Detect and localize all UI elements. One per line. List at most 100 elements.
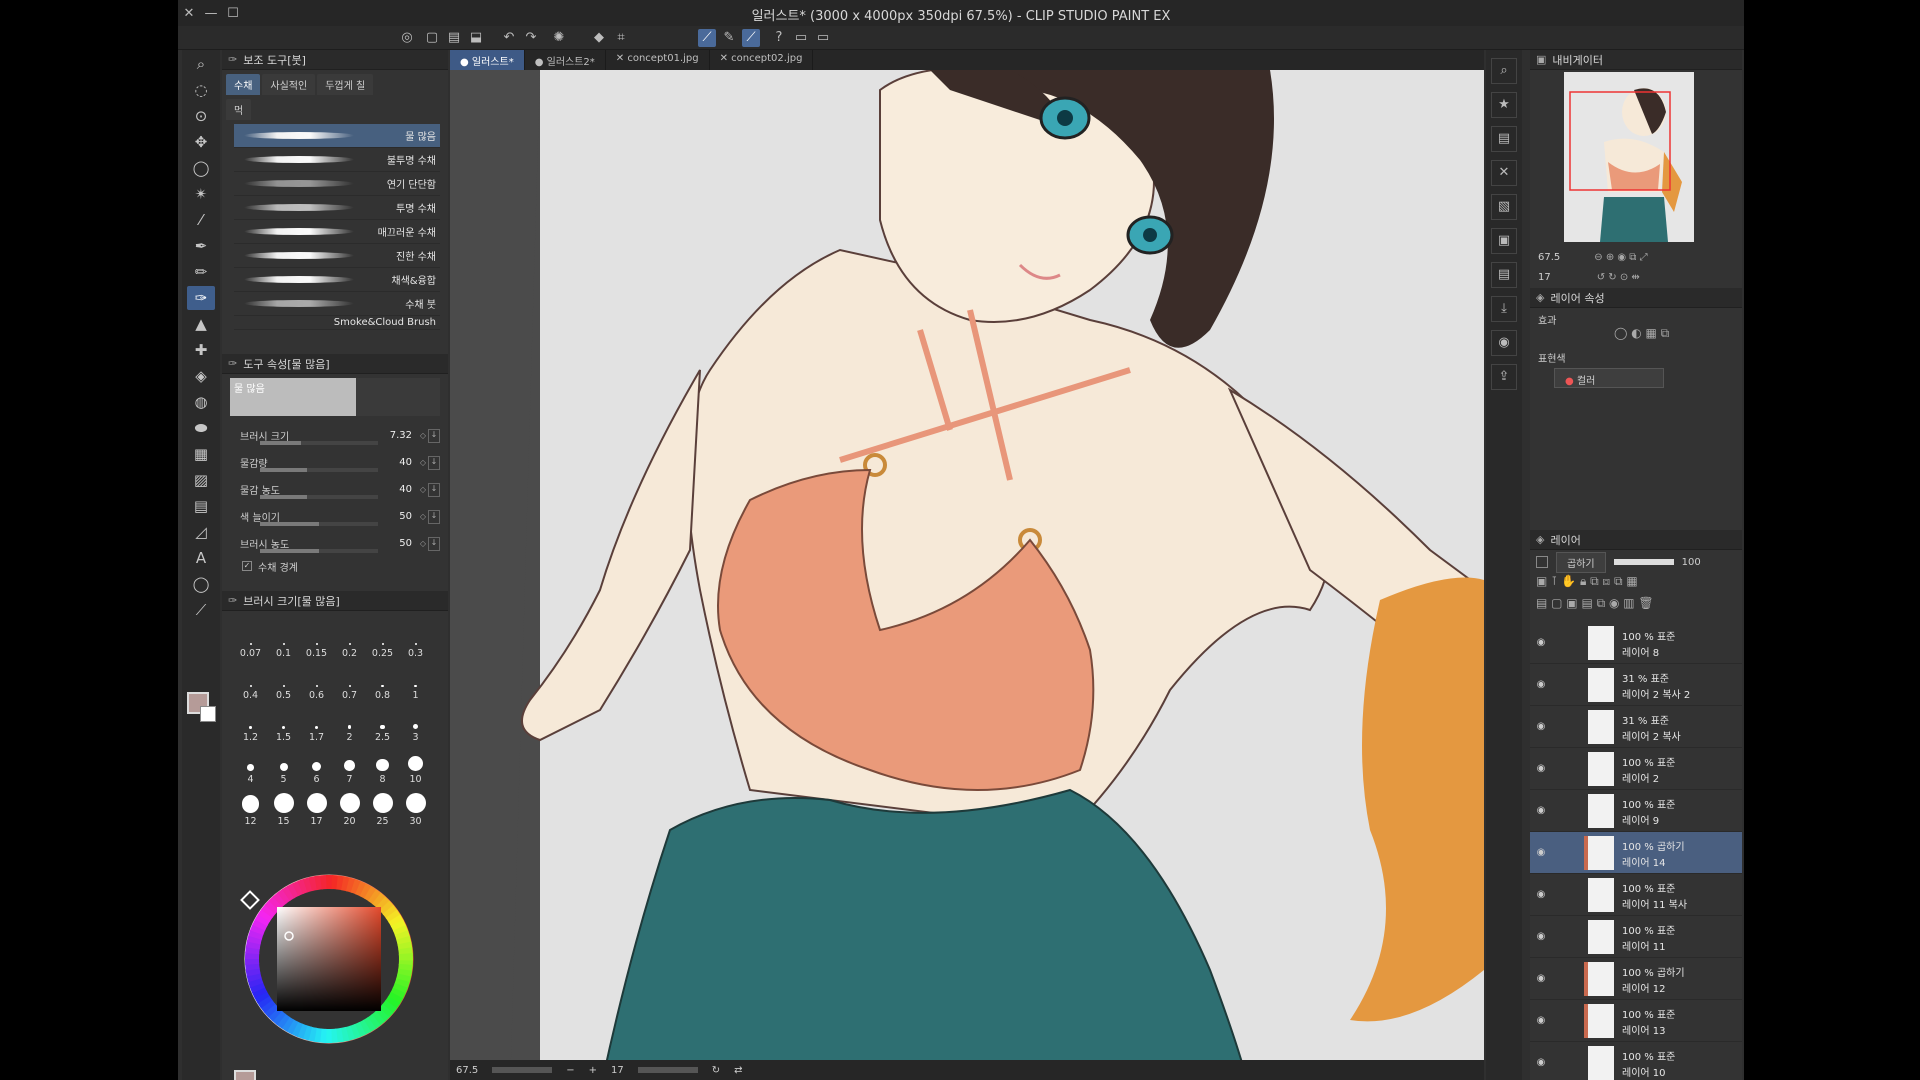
selection-tool-icon[interactable]: ◌ bbox=[187, 78, 215, 102]
spin-arrows-icon[interactable]: ◇ bbox=[420, 512, 426, 521]
new-file-icon[interactable]: ▢ bbox=[423, 29, 441, 47]
brush-size-preset[interactable]: 0.07 bbox=[234, 621, 267, 659]
brush-size-preset[interactable]: 0.15 bbox=[300, 621, 333, 659]
tool-property-row[interactable]: 색 늘이기 50 ◇ ↓ bbox=[222, 503, 448, 530]
property-value[interactable]: 7.32 bbox=[390, 430, 412, 441]
brush-size-preset[interactable]: 0.7 bbox=[333, 663, 366, 701]
balloon-tool-icon[interactable]: ◯ bbox=[187, 572, 215, 596]
export-icon[interactable]: ⇪ bbox=[1491, 364, 1517, 390]
spin-arrows-icon[interactable]: ◇ bbox=[420, 458, 426, 467]
property-value[interactable]: 40 bbox=[399, 457, 412, 468]
window-icon[interactable]: ▭ bbox=[792, 29, 810, 47]
eye-icon[interactable]: ◉ bbox=[1530, 721, 1552, 732]
spin-arrows-icon[interactable]: ◇ bbox=[420, 431, 426, 440]
navigator-preview[interactable] bbox=[1564, 72, 1694, 242]
brush-size-preset[interactable]: 0.2 bbox=[333, 621, 366, 659]
layer-tool-row-2[interactable]: ▤ ▢ ▣ ▤ ⧉ ◉ ▥ 🗑︎ bbox=[1536, 596, 1736, 616]
move-tool-icon[interactable]: ✥ bbox=[187, 130, 215, 154]
tab-realistic[interactable]: 사실적인 bbox=[262, 74, 316, 95]
doc-tab[interactable]: ✕ concept02.jpg bbox=[710, 50, 814, 70]
snap-ruler-icon[interactable]: ⟋ bbox=[698, 29, 716, 47]
effect-icons[interactable]: ◯ ◐ ▦ ⧉ bbox=[1614, 326, 1669, 341]
layer-row[interactable]: ◉ 100 % 표준 레이어 8 bbox=[1530, 622, 1742, 664]
tool-property-row[interactable]: 브러시 농도 50 ◇ ↓ bbox=[222, 530, 448, 557]
zoom-slider[interactable] bbox=[492, 1067, 553, 1073]
layer-row[interactable]: ◉ 31 % 표준 레이어 2 복사 2 bbox=[1530, 664, 1742, 706]
layer-row[interactable]: ◉ 100 % 표준 레이어 10 bbox=[1530, 1042, 1742, 1080]
flip-icon[interactable]: ⇄ bbox=[734, 1065, 742, 1076]
brush-item[interactable]: 불투명 수채 bbox=[234, 148, 440, 172]
brush-size-preset[interactable]: 8 bbox=[366, 747, 399, 785]
brush-size-preset[interactable]: 5 bbox=[267, 747, 300, 785]
brush-item[interactable]: 진한 수채 bbox=[234, 244, 440, 268]
doc-tab[interactable]: ✕ concept01.jpg bbox=[606, 50, 710, 70]
brush-size-preset[interactable]: 17 bbox=[300, 789, 333, 827]
eye-icon[interactable]: ◉ bbox=[1530, 805, 1552, 816]
rotation-slider[interactable] bbox=[637, 1067, 698, 1073]
decoration-tool-icon[interactable]: ✚ bbox=[187, 338, 215, 362]
pen-tool-icon[interactable]: ✒ bbox=[187, 234, 215, 258]
brush-size-preset[interactable]: 12 bbox=[234, 789, 267, 827]
spin-arrows-icon[interactable]: ◇ bbox=[420, 485, 426, 494]
layer-row[interactable]: ◉ 100 % 표준 레이어 11 bbox=[1530, 916, 1742, 958]
ruler-tool-icon[interactable]: ◿ bbox=[187, 520, 215, 544]
brush-size-preset[interactable]: 10 bbox=[399, 747, 432, 785]
layer-row[interactable]: ◉ 31 % 표준 레이어 2 복사 bbox=[1530, 706, 1742, 748]
canvas[interactable] bbox=[450, 70, 1484, 1080]
brush-size-preset[interactable]: 0.4 bbox=[234, 663, 267, 701]
property-slider[interactable] bbox=[260, 468, 378, 472]
brush-size-preset[interactable]: 1.2 bbox=[234, 705, 267, 743]
search-icon[interactable]: ⌕ bbox=[1491, 58, 1517, 84]
magic-wand-icon[interactable]: ✴ bbox=[187, 182, 215, 206]
opacity-slider[interactable] bbox=[1613, 559, 1674, 565]
brush-size-preset[interactable]: 0.25 bbox=[366, 621, 399, 659]
brush-size-preset[interactable]: 0.3 bbox=[399, 621, 432, 659]
layer-row[interactable]: ◉ 100 % 곱하기 레이어 12 bbox=[1530, 958, 1742, 1000]
brush-item[interactable]: 수채 붓 bbox=[234, 292, 440, 316]
download-icon[interactable]: ⤓ bbox=[1491, 296, 1517, 322]
clip-studio-icon[interactable]: ◎ bbox=[398, 29, 416, 47]
brush-item[interactable]: 투명 수채 bbox=[234, 196, 440, 220]
zoom-in-icon[interactable]: + bbox=[589, 1065, 597, 1076]
property-value[interactable]: 50 bbox=[399, 511, 412, 522]
tab-ink[interactable]: 먹 bbox=[226, 99, 252, 120]
transform-icon[interactable]: ⌗ bbox=[612, 29, 630, 47]
eraser-tool-icon[interactable]: ◈ bbox=[187, 364, 215, 388]
brush-size-preset[interactable]: 30 bbox=[399, 789, 432, 827]
figure-tool-icon[interactable]: ▨ bbox=[187, 468, 215, 492]
eye-icon[interactable]: ◉ bbox=[1530, 889, 1552, 900]
brush-size-preset[interactable]: 4 bbox=[234, 747, 267, 785]
navigator-zoom[interactable]: 67.5 bbox=[1538, 252, 1560, 263]
brush-item[interactable]: 매끄러운 수채 bbox=[234, 220, 440, 244]
zoom-out-icon[interactable]: − bbox=[566, 1065, 574, 1076]
brush-item[interactable]: 물 많음 bbox=[234, 124, 440, 148]
tab-thick-paint[interactable]: 두껍게 칠 bbox=[317, 74, 374, 95]
eyedropper-tool-icon[interactable]: ⁄ bbox=[187, 208, 215, 232]
checkbox-icon[interactable]: ✓ bbox=[242, 561, 252, 571]
help-icon[interactable]: ? bbox=[770, 29, 788, 47]
layer-row[interactable]: ◉ 100 % 표준 레이어 11 복사 bbox=[1530, 874, 1742, 916]
brush-size-preset[interactable]: 25 bbox=[366, 789, 399, 827]
brush-size-preset[interactable]: 7 bbox=[333, 747, 366, 785]
blend-tool-icon[interactable]: ◍ bbox=[187, 390, 215, 414]
tool-property-row[interactable]: 브러시 크기 7.32 ◇ ↓ bbox=[222, 422, 448, 449]
pressure-icon[interactable]: ↓ bbox=[428, 509, 440, 524]
snap-special-icon[interactable]: ✎ bbox=[720, 29, 738, 47]
minimize-window-button[interactable]: — bbox=[200, 6, 222, 21]
blend-mode-select[interactable]: 곱하기 bbox=[1556, 551, 1606, 573]
color-wheel[interactable] bbox=[234, 864, 424, 1054]
zoom-readout[interactable]: 67.5 bbox=[456, 1065, 478, 1076]
frame-tool-icon[interactable]: ▤ bbox=[187, 494, 215, 518]
rotate-icon[interactable]: ↻ bbox=[712, 1065, 720, 1076]
brush-item[interactable]: 연기 단단함 bbox=[234, 172, 440, 196]
brush-size-preset[interactable]: 1 bbox=[399, 663, 432, 701]
brush-size-preset[interactable]: 0.1 bbox=[267, 621, 300, 659]
camera-icon[interactable]: ◉ bbox=[1491, 330, 1517, 356]
angle-readout[interactable]: 17 bbox=[611, 1065, 624, 1076]
brush-size-preset[interactable]: 15 bbox=[267, 789, 300, 827]
layer-tool-row-1[interactable]: ▣ ⊺ ✋ 🔒︎ ⧉ ⧈ ⧉ ▦ bbox=[1536, 574, 1736, 594]
lock-checkbox[interactable] bbox=[1536, 556, 1548, 568]
eye-icon[interactable]: ◉ bbox=[1530, 973, 1552, 984]
doc-tab[interactable]: ● 일러스트2* bbox=[525, 50, 606, 70]
fill-icon[interactable]: ◆ bbox=[590, 29, 608, 47]
